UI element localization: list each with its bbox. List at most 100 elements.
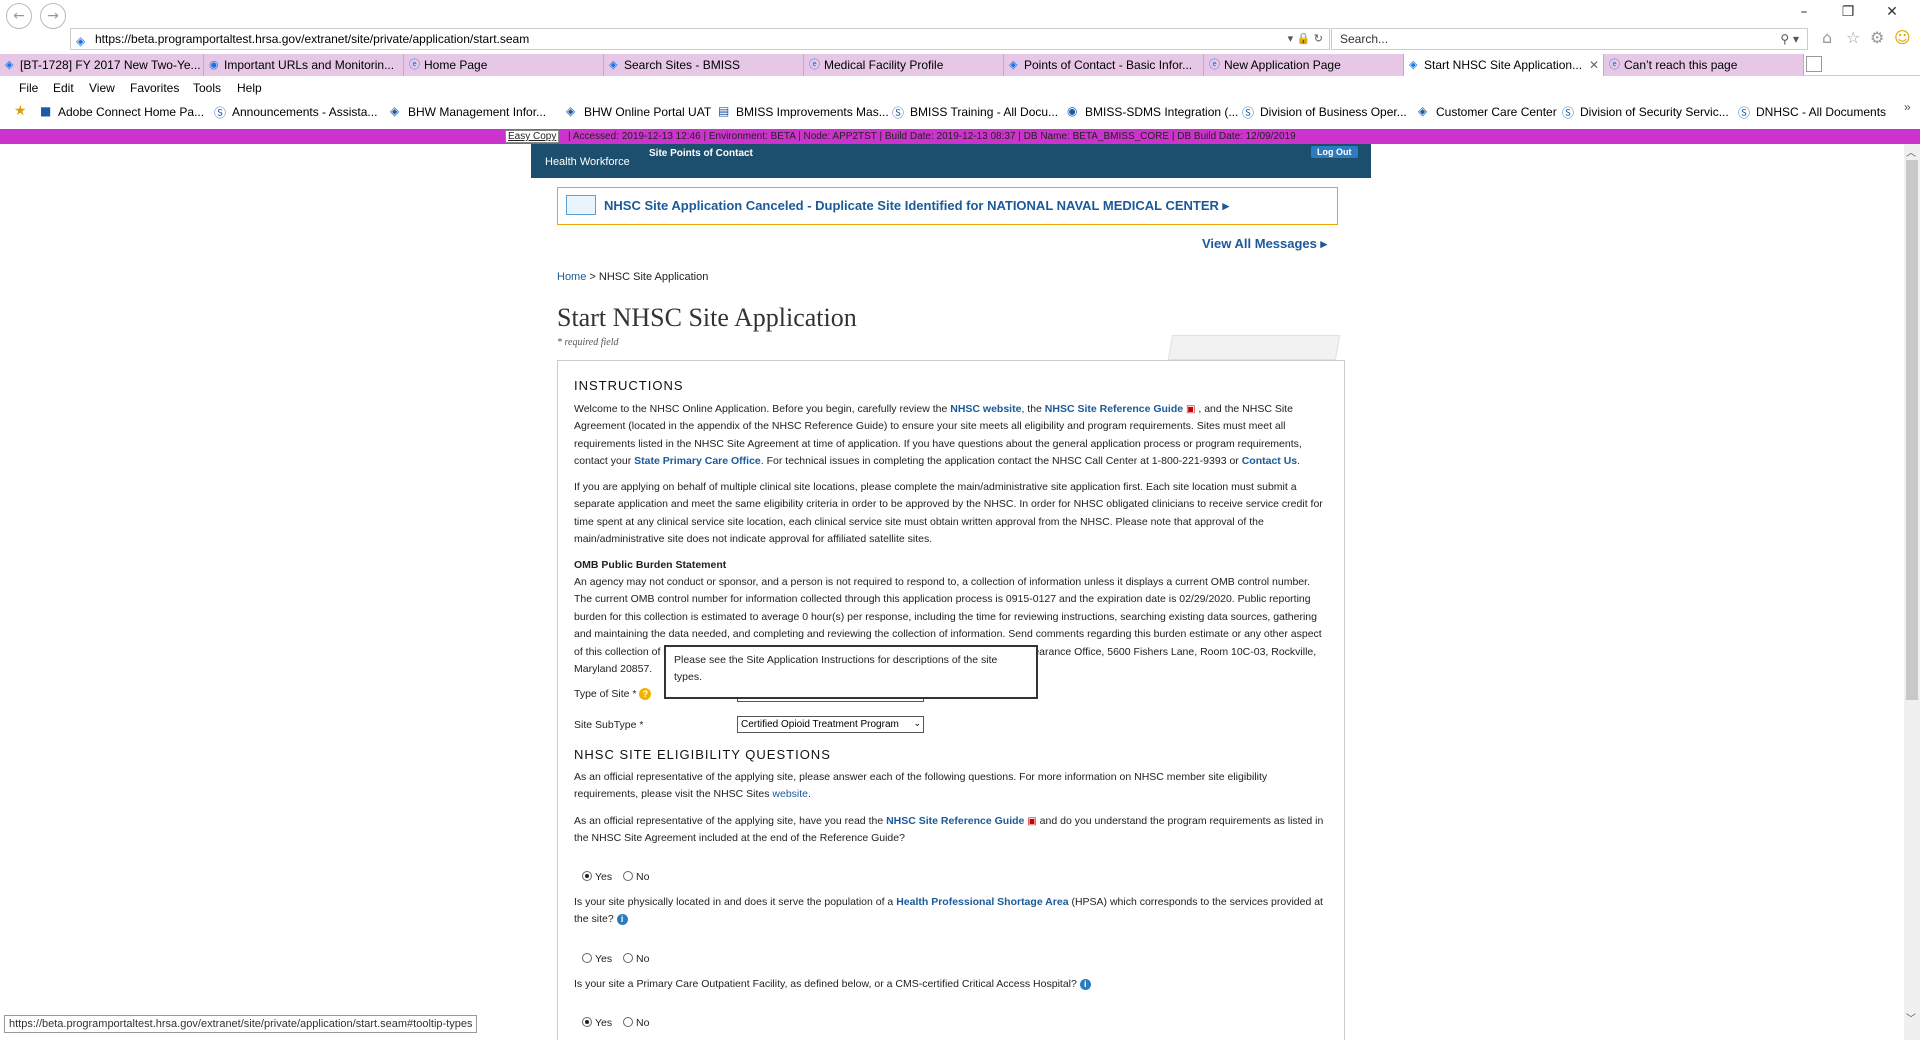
- forward-button[interactable]: →: [40, 3, 66, 29]
- tab-icon: ⓔ: [1209, 58, 1220, 71]
- chevron-right-icon[interactable]: »: [1904, 100, 1911, 114]
- tab-5[interactable]: ⓔ Medical Facility Profile: [804, 54, 1004, 76]
- smiley-icon[interactable]: ☺: [1894, 28, 1911, 47]
- fav-bmiss-sdms[interactable]: ◉ BMISS-SDMS Integration (...: [1067, 104, 1238, 119]
- info-icon[interactable]: i: [1079, 978, 1091, 990]
- tab-3[interactable]: ⓔ Home Page: [404, 54, 604, 76]
- restore-button[interactable]: ❐: [1828, 4, 1868, 20]
- text: .: [1297, 455, 1301, 468]
- q1-yes-radio[interactable]: Yes: [582, 871, 612, 883]
- tab-7[interactable]: ⓔ New Application Page: [1204, 54, 1404, 76]
- radio-button-checked[interactable]: [582, 1017, 592, 1027]
- hpsa-link[interactable]: Health Professional Shortage Area: [896, 896, 1068, 908]
- document-icon: ▤: [718, 104, 730, 118]
- site-icon: ◈: [76, 34, 86, 48]
- fav-customer-care[interactable]: ◈ Customer Care Center: [1418, 104, 1557, 119]
- fav-label: Division of Business Oper...: [1260, 105, 1407, 119]
- fav-bmiss-training[interactable]: Ⓢ BMISS Training - All Docu...: [892, 105, 1058, 120]
- info-icon[interactable]: i: [616, 914, 628, 926]
- menu-file[interactable]: File: [19, 81, 38, 95]
- tab-icon: ⓔ: [809, 58, 820, 71]
- fav-dnhsc-documents[interactable]: Ⓢ DNHSC - All Documents: [1738, 105, 1887, 120]
- address-bar[interactable]: ◈ https://beta.programportaltest.hrsa.go…: [70, 28, 1330, 50]
- browser-search-input[interactable]: Search... ⚲ ▾: [1331, 28, 1808, 50]
- breadcrumb-current: NHSC Site Application: [598, 271, 709, 283]
- radio-button[interactable]: [623, 953, 633, 963]
- menu-tools[interactable]: Tools: [193, 81, 221, 95]
- notification-message[interactable]: NHSC Site Application Canceled - Duplica…: [557, 187, 1338, 225]
- q3-no-radio[interactable]: No: [623, 1017, 649, 1029]
- contact-us-link[interactable]: Contact Us: [1242, 455, 1297, 467]
- type-of-site-label: Type of Site * ?: [574, 688, 652, 701]
- menu-view[interactable]: View: [89, 81, 115, 95]
- notification-text[interactable]: NHSC Site Application Canceled - Duplica…: [604, 198, 1229, 214]
- fav-division-business[interactable]: Ⓢ Division of Business Oper...: [1242, 105, 1407, 120]
- sharepoint-icon: Ⓢ: [1562, 106, 1575, 120]
- chevron-down-icon: ⌄: [913, 719, 921, 729]
- scroll-down-icon[interactable]: ﹀: [1906, 1010, 1916, 1025]
- tab-1[interactable]: ◈ [BT-1728] FY 2017 New Two-Ye...: [0, 54, 204, 76]
- easy-copy-button[interactable]: Easy Copy: [505, 130, 560, 143]
- reference-guide-link[interactable]: NHSC Site Reference Guide: [886, 815, 1024, 827]
- radio-label: No: [636, 871, 650, 883]
- fav-adobe-connect[interactable]: ■ Adobe Connect Home Pa...: [40, 104, 204, 119]
- address-controls-icon[interactable]: ▾ 🔒 ↻: [1288, 29, 1323, 49]
- tab-6[interactable]: ◈ Points of Contact - Basic Infor...: [1004, 54, 1204, 76]
- scroll-up-icon[interactable]: ︿: [1906, 144, 1916, 159]
- fav-division-security[interactable]: Ⓢ Division of Security Servic...: [1562, 105, 1729, 120]
- tab-icon: ◉: [209, 58, 219, 71]
- breadcrumb-home-link[interactable]: Home: [557, 271, 586, 283]
- favorites-star-icon[interactable]: ★: [14, 103, 27, 119]
- radio-button-checked[interactable]: [582, 871, 592, 881]
- tab-4[interactable]: ◈ Search Sites - BMISS: [604, 54, 804, 76]
- fav-bmiss-improvements[interactable]: ▤ BMISS Improvements Mas...: [718, 104, 889, 119]
- fav-bhw-management[interactable]: ◈ BHW Management Infor...: [390, 104, 546, 119]
- tab-2[interactable]: ◉ Important URLs and Monitorin...: [204, 54, 404, 76]
- q3-yes-radio[interactable]: Yes: [582, 1017, 612, 1029]
- menu-help[interactable]: Help: [237, 81, 262, 95]
- home-icon[interactable]: ⌂: [1822, 28, 1832, 47]
- address-text: https://beta.programportaltest.hrsa.gov/…: [95, 32, 530, 46]
- back-button[interactable]: ←: [6, 3, 32, 29]
- nhsc-website-link[interactable]: NHSC website: [950, 403, 1021, 415]
- status-url: https://beta.programportaltest.hrsa.gov/…: [4, 1015, 478, 1033]
- site-icon: ◈: [1418, 104, 1428, 118]
- sites-website-link[interactable]: website: [772, 788, 808, 800]
- state-pco-link[interactable]: State Primary Care Office: [634, 455, 761, 467]
- fav-label: Division of Security Servic...: [1580, 105, 1729, 119]
- environment-info: | Accessed: 2019-12-13 12:46 | Environme…: [568, 131, 1296, 142]
- instructions-paragraph-2: If you are applying on behalf of multipl…: [574, 481, 1323, 546]
- radio-button[interactable]: [582, 953, 592, 963]
- star-icon[interactable]: ☆: [1846, 28, 1860, 47]
- tab-9[interactable]: ⓔ Can’t reach this page: [1604, 54, 1804, 76]
- gear-icon[interactable]: ⚙: [1870, 28, 1884, 47]
- scrollbar-thumb[interactable]: [1906, 160, 1918, 700]
- q1-no-radio[interactable]: No: [623, 871, 649, 883]
- logout-button[interactable]: Log Out: [1311, 146, 1358, 158]
- site-subtype-select[interactable]: Certified Opioid Treatment Program ⌄: [737, 716, 924, 733]
- new-tab-button[interactable]: [1806, 56, 1822, 72]
- q2-yes-radio[interactable]: Yes: [582, 953, 612, 965]
- menu-favorites[interactable]: Favorites: [130, 81, 179, 95]
- fav-label: DNHSC - All Documents: [1756, 105, 1887, 119]
- minimize-button[interactable]: –: [1784, 4, 1824, 20]
- tab-8-active[interactable]: ◈ Start NHSC Site Application... ✕: [1404, 54, 1604, 76]
- radio-button[interactable]: [623, 871, 633, 881]
- reference-guide-link[interactable]: NHSC Site Reference Guide: [1045, 403, 1183, 415]
- search-icon[interactable]: ⚲ ▾: [1780, 29, 1799, 49]
- view-all-messages-link[interactable]: View All Messages ▸: [1202, 236, 1327, 252]
- globe-icon: ◉: [1067, 104, 1078, 118]
- close-window-button[interactable]: ✕: [1872, 4, 1912, 20]
- menu-edit[interactable]: Edit: [53, 81, 74, 95]
- radio-button[interactable]: [623, 1017, 633, 1027]
- help-icon[interactable]: ?: [639, 688, 652, 701]
- fav-announcements[interactable]: Ⓢ Announcements - Assista...: [214, 105, 377, 120]
- tab-close-icon[interactable]: ✕: [1589, 54, 1599, 76]
- breadcrumb-separator: >: [586, 271, 599, 283]
- text: As an official representative of the app…: [574, 771, 1268, 801]
- site-icon: ◈: [390, 104, 400, 118]
- q2-no-radio[interactable]: No: [623, 953, 649, 965]
- tab-icon: ⓔ: [409, 58, 420, 71]
- fav-bhw-portal[interactable]: ◈ BHW Online Portal UAT: [566, 104, 711, 119]
- label-text: Type of Site *: [574, 688, 637, 700]
